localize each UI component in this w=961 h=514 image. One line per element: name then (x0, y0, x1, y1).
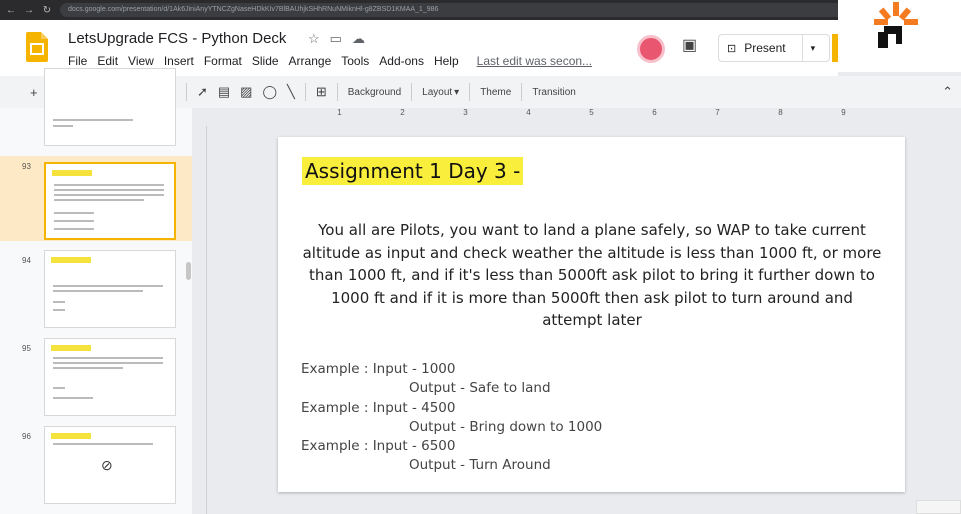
transition-button[interactable]: Transition (532, 87, 576, 98)
menu-file[interactable]: File (68, 54, 87, 68)
select-icon[interactable]: ➚ (197, 84, 208, 100)
menu-addons[interactable]: Add-ons (379, 54, 424, 68)
slide-canvas[interactable]: Assignment 1 Day 3 - You all are Pilots,… (278, 137, 905, 492)
slide-number: 96 (22, 432, 31, 441)
present-label: Present (744, 41, 786, 55)
comment-icon[interactable]: ⊞ (316, 84, 327, 100)
thumbnail-row[interactable]: 96 ⊘ (0, 426, 192, 511)
layout-button[interactable]: Layout (422, 87, 452, 98)
menu-slide[interactable]: Slide (252, 54, 279, 68)
shape-icon[interactable]: ◯ (262, 84, 277, 100)
menu-insert[interactable]: Insert (164, 54, 194, 68)
star-icon[interactable]: ☆ (308, 31, 320, 47)
present-dropdown-icon[interactable]: ▾ (811, 43, 816, 54)
menu-bar: File Edit View Insert Format Slide Arran… (68, 54, 592, 68)
example-output: Output - Turn Around (409, 457, 551, 474)
example-output: Output - Safe to land (409, 380, 551, 397)
last-edit-link[interactable]: Last edit was secon... (477, 54, 592, 68)
example-output: Output - Bring down to 1000 (409, 418, 603, 435)
slide-filmstrip: 93 94 95 96 ⊘ (0, 68, 192, 514)
thumbnail-row-selected[interactable]: 93 (0, 156, 192, 241)
examples-block[interactable]: Example : Input - 1000 Output - Safe to … (301, 360, 602, 476)
slide-thumbnail[interactable] (44, 162, 176, 240)
browser-toolbar: ← → ↻ docs.google.com/presentation/d/1Ak… (0, 0, 961, 20)
slide-body-text[interactable]: You all are Pilots, you want to land a p… (302, 219, 882, 332)
avatar[interactable] (637, 35, 665, 63)
menu-edit[interactable]: Edit (97, 54, 118, 68)
slides-logo-icon[interactable] (26, 32, 48, 62)
menu-view[interactable]: View (128, 54, 154, 68)
slide-number: 94 (22, 256, 31, 265)
forward-icon[interactable]: → (24, 5, 34, 16)
slide-title[interactable]: Assignment 1 Day 3 - (302, 157, 524, 185)
thumbnail-row[interactable]: 95 (0, 338, 192, 423)
vertical-ruler (197, 126, 207, 514)
lets-upgrade-logo (838, 0, 961, 72)
layout-dropdown-icon[interactable]: ▾ (454, 87, 459, 98)
hidden-slide-icon: ⊘ (101, 457, 113, 473)
share-button[interactable] (832, 34, 838, 62)
slide-number: 95 (22, 344, 31, 353)
cloud-status-icon[interactable]: ☁ (352, 31, 365, 47)
present-button[interactable]: ⊡ Present ▾ (718, 34, 830, 62)
move-folder-icon[interactable]: ▭ (330, 31, 342, 47)
text-box-icon[interactable]: ▤ (218, 84, 230, 100)
example-input: Example : Input - 4500 (301, 399, 456, 416)
menu-format[interactable]: Format (204, 54, 242, 68)
document-title[interactable]: LetsUpgrade FCS - Python Deck (68, 30, 286, 47)
back-icon[interactable]: ← (6, 5, 16, 16)
thumbnail-row[interactable] (0, 68, 192, 153)
present-icon: ⊡ (727, 42, 737, 55)
reload-icon[interactable]: ↻ (42, 5, 52, 16)
menu-help[interactable]: Help (434, 54, 459, 68)
image-icon[interactable]: ▨ (240, 84, 252, 100)
menu-tools[interactable]: Tools (341, 54, 369, 68)
slide-thumbnail[interactable]: ⊘ (44, 426, 176, 504)
line-icon[interactable]: ╲ (287, 84, 295, 100)
horizontal-ruler: 1 2 3 4 5 6 7 8 9 (337, 108, 846, 117)
slide-thumbnail[interactable] (44, 338, 176, 416)
collapse-toolbar-icon[interactable]: ⌃ (942, 84, 953, 100)
address-bar[interactable]: docs.google.com/presentation/d/1Ak6JiniA… (60, 3, 890, 17)
example-input: Example : Input - 6500 (301, 438, 456, 455)
thumbnail-row[interactable]: 94 (0, 250, 192, 335)
explore-button[interactable] (916, 500, 961, 514)
menu-arrange[interactable]: Arrange (289, 54, 332, 68)
filmstrip-scrollbar[interactable] (186, 262, 191, 280)
slide-thumbnail[interactable] (44, 250, 176, 328)
example-input: Example : Input - 1000 (301, 361, 456, 377)
theme-button[interactable]: Theme (480, 87, 511, 98)
slide-number: 93 (22, 162, 31, 171)
comment-history-icon[interactable]: ▣ (682, 35, 697, 55)
slide-thumbnail[interactable] (44, 68, 176, 146)
background-button[interactable]: Background (348, 87, 401, 98)
